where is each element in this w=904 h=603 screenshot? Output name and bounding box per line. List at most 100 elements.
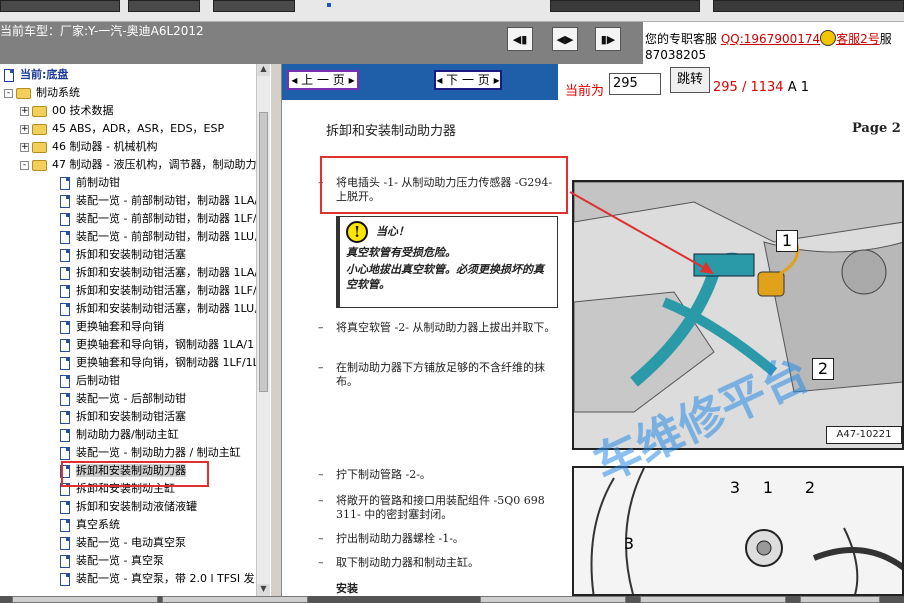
agent-link[interactable]: 客服2号 — [836, 32, 880, 46]
tree-folder[interactable]: +46 制动器 - 机械机构 — [20, 138, 157, 156]
figure1-reference: A47-10221 — [826, 426, 902, 444]
folder-icon — [32, 141, 47, 153]
taskbar-item-3[interactable] — [480, 596, 626, 603]
tree-item[interactable]: 装配一览 - 前部制动钳，制动器 1LA/ — [60, 192, 258, 210]
taskbar-item-4[interactable] — [640, 596, 786, 603]
expand-icon[interactable]: + — [20, 106, 29, 116]
tree-folder[interactable]: +45 ABS，ADR，ASR，EDS，ESP — [20, 120, 224, 138]
document-icon — [60, 284, 70, 298]
nav-both-icon[interactable]: ◀▶ — [552, 27, 578, 51]
tree-item[interactable]: 装配一览 - 前部制动钳，制动器 1LF/ — [60, 210, 257, 228]
tree-item-label: 装配一览 - 电动真空泵 — [76, 536, 186, 549]
collapse-icon[interactable]: - — [4, 88, 13, 98]
qq-penguin-icon[interactable] — [820, 30, 837, 46]
tree-item[interactable]: 更换轴套和导向销 — [60, 318, 164, 336]
pager-bar: ◂ 上 一 页 ▸ ◂ 下 一 页 ▸ 当前为 295 跳转 295 / 113… — [282, 64, 904, 100]
tree-item[interactable]: 拆卸和安装制动钳活塞，制动器 1LF/ — [60, 282, 257, 300]
current-page-label: 当前为 — [565, 84, 605, 99]
expand-icon[interactable]: + — [20, 142, 29, 152]
tree-item-label: 拆卸和安装制动钳活塞 — [76, 410, 186, 423]
tree-item[interactable]: 拆卸和安装制动钳活塞 — [60, 246, 186, 264]
taskbar-item-2[interactable] — [162, 596, 308, 603]
tree-folder[interactable]: - 47 制动器 - 液压机构，调节器，制动助力 — [20, 156, 256, 174]
pane-splitter[interactable] — [270, 64, 282, 596]
doc-title: 拆卸和安装制动助力器 — [326, 124, 457, 139]
toolbar-button-1[interactable] — [0, 0, 120, 12]
document-icon — [60, 248, 70, 262]
figure2-callout-3b: 3 — [623, 534, 635, 553]
tree-item-label: 前制动钳 — [76, 176, 120, 189]
tree-item[interactable]: 制动助力器/制动主缸 — [60, 426, 179, 444]
tree-item[interactable]: 装配一览 - 真空泵，带 2.0 l TFSI 发 — [60, 570, 255, 588]
toolbar-button-4[interactable] — [550, 0, 700, 12]
tree-item[interactable]: 装配一览 - 真空泵 — [60, 552, 164, 570]
toolbar-button-2[interactable] — [128, 0, 200, 12]
tree-item[interactable]: 拆卸和安装制动钳活塞，制动器 1LA/ — [60, 264, 258, 282]
warning-box: ! 当心！ 真空软管有受损危险。 小心地拔出真空软管。必须更换损坏的真空软管。 — [336, 216, 558, 308]
tree-item[interactable]: 装配一览 - 电动真空泵 — [60, 534, 186, 552]
document-icon — [60, 194, 70, 208]
toolbar-button-3[interactable] — [213, 0, 295, 12]
tree-item[interactable]: 装配一览 - 后部制动钳 — [60, 390, 186, 408]
jump-button[interactable]: 跳转 — [670, 67, 710, 93]
tree-item[interactable]: 真空系统 — [60, 516, 120, 534]
tree-item[interactable]: 更换轴套和导向销，钢制动器 1LF/1L — [60, 354, 259, 372]
tree-root[interactable]: 当前:底盘 — [4, 66, 68, 84]
step-remove-bolt: – 拧出制动助力器螺栓 -1-。 — [318, 532, 464, 545]
document-icon — [60, 212, 70, 226]
taskbar-item-5[interactable] — [800, 596, 880, 603]
nav-left-icon[interactable]: ◀▮ — [507, 27, 533, 51]
vehicle-label: 当前车型：厂家:Y-一汽-奥迪A6L2012 — [0, 24, 204, 38]
folder-icon — [32, 123, 47, 135]
expand-icon[interactable]: + — [20, 124, 29, 134]
tree-item-label: 制动助力器/制动主缸 — [76, 428, 179, 441]
link-marker[interactable] — [327, 3, 331, 7]
tree-item-label: 更换轴套和导向销，钢制动器 1LA/1 — [76, 338, 255, 351]
tree-item-label: 装配一览 - 真空泵 — [76, 554, 164, 567]
figure2-callout-3a: 3 — [729, 478, 741, 497]
scroll-up-icon[interactable]: ▲ — [257, 64, 270, 76]
tree-item-label: 装配一览 - 前部制动钳，制动器 1LA/ — [76, 194, 259, 207]
collapse-icon[interactable]: - — [20, 160, 29, 170]
step-lay-cloth: – 在制动助力器下方铺放足够的不含纤维的抹布。 — [318, 361, 545, 388]
scroll-down-icon[interactable]: ▼ — [257, 584, 270, 596]
tree-folder[interactable]: - 制动系统 — [4, 84, 80, 102]
tree-item[interactable]: 装配一览 - 前部制动钳，制动器 1LU, — [60, 228, 258, 246]
highlight-step — [320, 156, 568, 214]
document-icon — [60, 554, 70, 568]
tree-folder[interactable]: +00 技术数据 — [20, 102, 114, 120]
top-toolbar — [0, 0, 904, 22]
toolbar-button-5[interactable] — [713, 0, 904, 12]
tree-item-label: 45 ABS，ADR，ASR，EDS，ESP — [52, 122, 225, 135]
nav-right-icon[interactable]: ▮▶ — [595, 27, 621, 51]
tree-scrollbar[interactable]: ▲ ▼ — [256, 64, 270, 596]
tree-item-label: 装配一览 - 真空泵，带 2.0 l TFSI 发 — [76, 572, 255, 585]
document-icon — [60, 428, 70, 442]
tree-item-label: 装配一览 - 前部制动钳，制动器 1LF/ — [76, 212, 257, 225]
tree-item[interactable]: 拆卸和安装制动钳活塞，制动器 1LU, — [60, 300, 258, 318]
figure2-callout-2: 2 — [804, 478, 816, 497]
taskbar-item-1[interactable] — [12, 596, 158, 603]
step-remove-vacuum-hose: – 将真空软管 -2- 从制动助力器上拔出并取下。 — [318, 321, 556, 334]
tree-item[interactable]: 拆卸和安装制动液储液罐 — [60, 498, 197, 516]
document-icon — [60, 356, 70, 370]
tree-item-label: 装配一览 - 后部制动钳 — [76, 392, 186, 405]
qq-link[interactable]: QQ:1967900174 — [721, 32, 820, 46]
next-page-button[interactable]: ◂ 下 一 页 ▸ — [434, 70, 502, 90]
support-panel: 您的专职客服 QQ:1967900174 客服2号服 87038205 — [643, 22, 904, 64]
figure1-callout-2: 2 — [812, 358, 834, 380]
tree-item[interactable]: 后制动钳 — [60, 372, 120, 390]
support-suffix: 服 — [879, 32, 892, 46]
navigation-tree: 当前:底盘 - 制动系统 +00 技术数据 +45 ABS，ADR，ASR，EDS，E… — [0, 64, 270, 596]
tree-item[interactable]: 更换轴套和导向销，钢制动器 1LA/1 — [60, 336, 254, 354]
current-page-input[interactable]: 295 — [609, 73, 661, 95]
install-heading: 安装 — [336, 582, 358, 595]
tree-item[interactable]: 装配一览 - 制动助力器 / 制动主缸 — [60, 444, 241, 462]
taskbar — [0, 596, 904, 603]
prev-page-button[interactable]: ◂ 上 一 页 ▸ — [287, 70, 359, 90]
scroll-thumb[interactable] — [259, 112, 268, 392]
tree-item[interactable]: 拆卸和安装制动钳活塞 — [60, 408, 186, 426]
figure1-callout-1: 1 — [776, 230, 798, 252]
tree-item[interactable]: 前制动钳 — [60, 174, 120, 192]
support-text: 您的专职客服 — [645, 32, 718, 46]
